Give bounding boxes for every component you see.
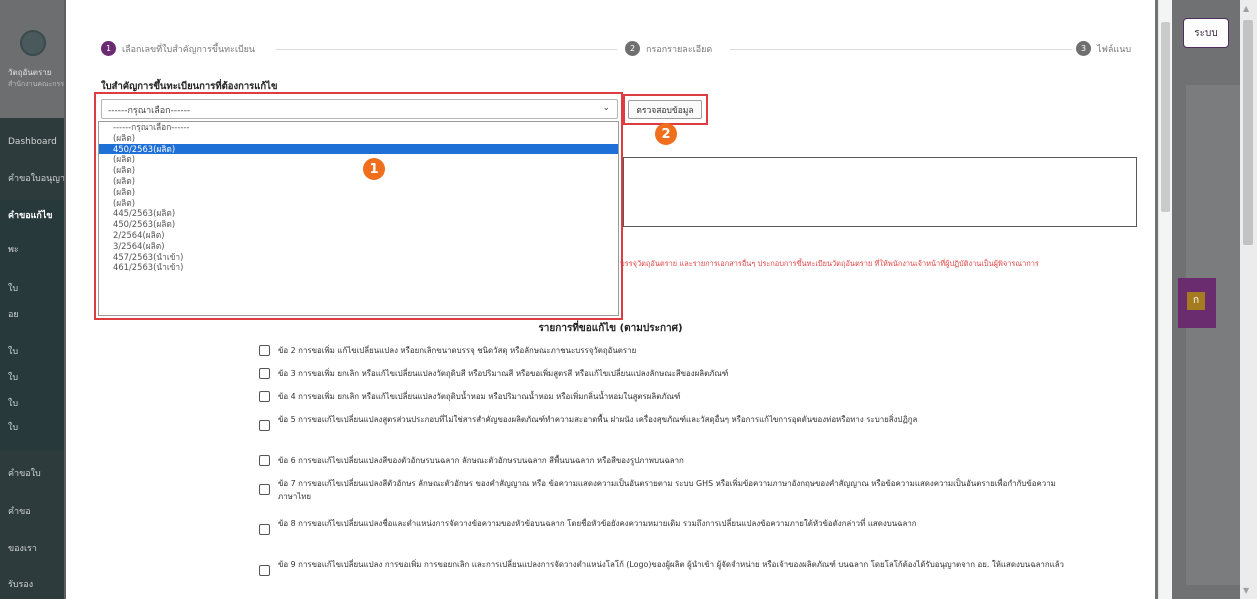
step-1-label: เลือกเลขที่ใบสำคัญการขึ้นทะเบียน — [122, 44, 256, 55]
checklist-item-text: ข้อ 6 การขอแก้ไขเปลี่ยนแปลงสีของตัวอักษร… — [278, 456, 684, 465]
sidebar-sub-1[interactable]: พะ — [8, 242, 64, 256]
checklist-item-text: ข้อ 8 การขอแก้ไขเปลี่ยนแปลงชื่อและตำแหน่… — [278, 519, 917, 528]
step-1-number: 1 — [101, 41, 116, 56]
background-panel — [1186, 85, 1240, 585]
checkbox[interactable] — [259, 345, 270, 356]
sidebar-active-group — [0, 200, 64, 450]
sidebar-sub-7[interactable]: ใบ — [8, 420, 64, 434]
step-3-number: 3 — [1076, 41, 1091, 56]
site-logo-icon — [20, 30, 46, 56]
checklist-item[interactable]: ข้อ 6 การขอแก้ไขเปลี่ยนแปลงสีของตัวอักษร… — [259, 454, 1068, 467]
checklist-item[interactable]: ข้อ 9 การขอแก้ไขเปลี่ยนแปลง การขอเพิ่ม ก… — [259, 558, 1068, 576]
sidebar-sub-2[interactable]: ใบ — [8, 281, 64, 295]
scroll-down-icon[interactable]: ▼ — [1243, 586, 1249, 595]
modal-scrollbar[interactable] — [1158, 0, 1172, 599]
site-subtitle: สำนักงานคณะกรรมการอาหารและยา — [8, 80, 64, 88]
step-1[interactable]: 1 เลือกเลขที่ใบสำคัญการขึ้นทะเบียน — [101, 41, 255, 56]
highlight-box-button — [623, 94, 708, 125]
checkbox[interactable] — [259, 420, 270, 431]
checkbox[interactable] — [259, 565, 270, 576]
checkbox[interactable] — [259, 484, 270, 495]
site-name: วัตถุอันตราย — [8, 68, 52, 77]
checkbox[interactable] — [259, 524, 270, 535]
instruction-note: บรรจุวัตถุอันตราย และรายการเอกสารอื่นๆ ป… — [620, 259, 1039, 268]
checklist-item[interactable]: ข้อ 2 การขอเพิ่ม แก้ไขเปลี่ยนแปลง หรือยก… — [259, 344, 1068, 357]
checklist-item[interactable]: ข้อ 7 การขอแก้ไขเปลี่ยนแปลงสีตัวอักษร ลั… — [259, 477, 1068, 503]
sidebar-item-5[interactable]: ของเรา — [8, 541, 64, 555]
card-badge: ก — [1187, 292, 1205, 310]
system-button[interactable]: ระบบ — [1183, 18, 1229, 48]
checklist-item[interactable]: ข้อ 5 การขอแก้ไขเปลี่ยนแปลงสูตรส่วนประกอ… — [259, 413, 1068, 431]
details-textarea[interactable] — [623, 157, 1137, 227]
checklist-item-text: ข้อ 2 การขอเพิ่ม แก้ไขเปลี่ยนแปลง หรือยก… — [278, 346, 637, 355]
sidebar-header — [0, 0, 64, 118]
sidebar-item-4[interactable]: คำขอ — [8, 504, 64, 518]
highlight-box-select — [94, 92, 623, 320]
checklist-item-text: ข้อ 4 การขอเพิ่ม ยกเลิก หรือแก้ไขเปลี่ยน… — [278, 392, 681, 401]
checklist-item-text: ข้อ 3 การขอเพิ่ม ยกเลิก หรือแก้ไขเปลี่ยน… — [278, 369, 729, 378]
sidebar-item-dashboard[interactable]: Dashboard — [8, 137, 64, 147]
stepper-line-1 — [276, 49, 617, 50]
checkbox[interactable] — [259, 368, 270, 379]
section-title: รายการที่ขอแก้ไข (ตามประกาศ) — [538, 323, 683, 334]
page-scroll-thumb[interactable] — [1243, 20, 1253, 245]
checklist-item[interactable]: ข้อ 4 การขอเพิ่ม ยกเลิก หรือแก้ไขเปลี่ยน… — [259, 390, 1068, 403]
background-card: ก — [1178, 278, 1216, 328]
sidebar-sub-3[interactable]: อย — [8, 307, 64, 321]
sidebar-sub-5[interactable]: ใบ — [8, 370, 64, 384]
sidebar-sub-4[interactable]: ใบ — [8, 344, 64, 358]
callout-badge-1: 1 — [363, 158, 385, 180]
sidebar-item-6[interactable]: รับรอง — [8, 577, 64, 591]
stepper-line-2 — [730, 49, 1072, 50]
checkbox[interactable] — [259, 455, 270, 466]
sidebar-item-2[interactable]: คำขอแก้ไข — [8, 208, 64, 222]
step-2[interactable]: 2 กรอกรายละเอียด — [625, 41, 712, 56]
checklist-item-text: ข้อ 5 การขอแก้ไขเปลี่ยนแปลงสูตรส่วนประกอ… — [278, 415, 918, 424]
sidebar-item-1[interactable]: คำขอใบอนุญาต — [8, 171, 64, 185]
modal-scroll-thumb[interactable] — [1161, 22, 1170, 212]
checklist-item-text: ข้อ 7 การขอแก้ไขเปลี่ยนแปลงสีตัวอักษร ลั… — [278, 479, 1056, 501]
step-3[interactable]: 3 ไฟล์แนบ — [1076, 41, 1131, 56]
step-2-number: 2 — [625, 41, 640, 56]
sidebar-sub-6[interactable]: ใบ — [8, 396, 64, 410]
step-3-label: ไฟล์แนบ — [1097, 44, 1132, 55]
checklist-item[interactable]: ข้อ 3 การขอเพิ่ม ยกเลิก หรือแก้ไขเปลี่ยน… — [259, 367, 1068, 380]
step-2-label: กรอกรายละเอียด — [646, 44, 713, 55]
scroll-up-icon[interactable]: ▲ — [1243, 4, 1249, 13]
checklist-item[interactable]: ข้อ 8 การขอแก้ไขเปลี่ยนแปลงชื่อและตำแหน่… — [259, 517, 1068, 535]
checkbox[interactable] — [259, 391, 270, 402]
sidebar-item-3[interactable]: คำขอใบ — [8, 466, 64, 480]
checklist-item-text: ข้อ 9 การขอแก้ไขเปลี่ยนแปลง การขอเพิ่ม ก… — [278, 560, 1064, 569]
callout-badge-2: 2 — [655, 123, 677, 145]
